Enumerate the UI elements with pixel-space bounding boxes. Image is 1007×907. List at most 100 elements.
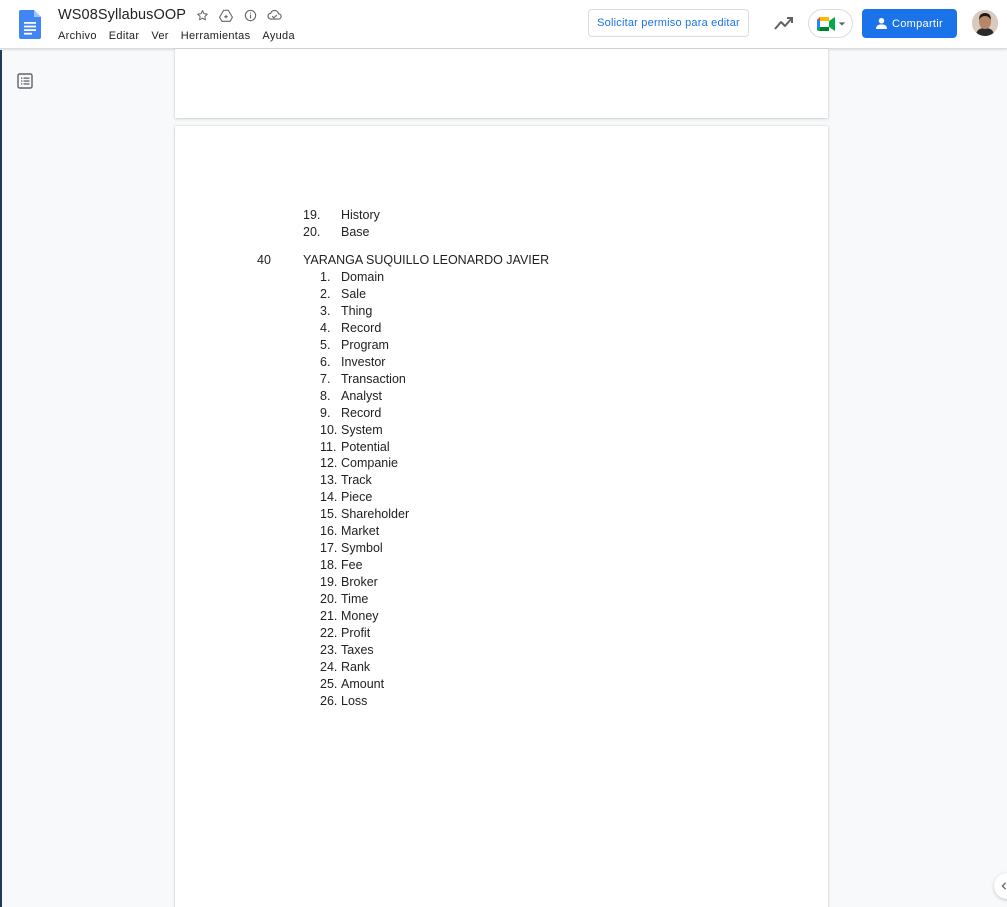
- list-item-number: 14.: [320, 490, 338, 505]
- list-item-struck: 26. Loss: [320, 694, 440, 711]
- list-item: 2. Sale: [320, 287, 440, 304]
- list-item-number: 15.: [320, 507, 338, 522]
- list-item: 15. Shareholder: [320, 507, 440, 524]
- list-item-number: 10.: [320, 422, 338, 437]
- menu-herramientas[interactable]: Herramientas: [175, 30, 257, 42]
- share-button-label: Compartir: [892, 17, 943, 30]
- list-item-text: Profit: [341, 625, 371, 640]
- cloud-status-icon[interactable]: [266, 7, 282, 23]
- activity-trend-icon[interactable]: [773, 13, 795, 33]
- list-item-text: Sale: [341, 286, 367, 301]
- list-item-text: History: [341, 208, 380, 222]
- list-item-text: Piece: [341, 490, 373, 505]
- list-item-text: Market: [341, 524, 380, 539]
- list-item-number: 22.: [320, 625, 338, 640]
- list-item-number: 26.: [320, 693, 338, 708]
- chevron-down-icon: [838, 21, 845, 26]
- side-panel-toggle[interactable]: [994, 873, 1007, 899]
- list-item-number: 16.: [320, 524, 338, 539]
- request-edit-access-button[interactable]: Solicitar permiso para editar: [588, 9, 749, 37]
- document-title[interactable]: WS08SyllabusOOP: [58, 7, 186, 23]
- list-item: 5. Program: [320, 338, 440, 355]
- list-item-struck: 21. Money: [320, 609, 440, 626]
- google-docs-logo-icon[interactable]: [19, 10, 41, 39]
- list-item-struck: 25. Amount: [320, 677, 440, 694]
- list-item-number: 25.: [320, 676, 338, 691]
- list-item-text: Amount: [341, 676, 385, 691]
- star-icon[interactable]: [194, 7, 210, 23]
- student-row: 40 YARANGA SUQUILLO LEONARDO JAVIER: [257, 253, 657, 270]
- list-item: 19. Broker: [320, 575, 440, 592]
- list-item-text: Money: [341, 609, 379, 623]
- list-item-number: 12.: [320, 456, 338, 471]
- list-item: 14. Piece: [320, 490, 440, 507]
- list-item: 9. Record: [320, 406, 440, 423]
- list-item-number: 18.: [320, 558, 338, 573]
- left-edge-bar: [0, 50, 2, 907]
- list-item-number: 6.: [320, 354, 331, 369]
- list-item: 8. Analyst: [320, 389, 440, 406]
- list-item-struck: 24. Rank: [320, 660, 440, 677]
- list-item-text: Taxes: [341, 642, 374, 657]
- list-item-struck: 20. Base: [303, 225, 503, 242]
- document-outline-icon[interactable]: [17, 73, 33, 89]
- list-item-struck: 7. Transaction: [320, 372, 440, 389]
- list-item: 6. Investor: [320, 355, 440, 372]
- list-item-text: Thing: [341, 303, 373, 318]
- list-item-number: 19.: [320, 575, 338, 590]
- document-page[interactable]: 19. History 20. Base 40 YARANGA SUQUILLO…: [175, 126, 828, 907]
- list-item: 10. System: [320, 423, 440, 440]
- menu-ayuda[interactable]: Ayuda: [256, 30, 301, 42]
- list-item-number: 17.: [320, 541, 338, 556]
- avatar[interactable]: [972, 10, 998, 36]
- list-item-number: 4.: [320, 320, 331, 335]
- menu-archivo[interactable]: Archivo: [52, 30, 103, 42]
- list-item-struck: 17. Symbol: [320, 541, 440, 558]
- list-item-number: 20.: [320, 592, 338, 607]
- list-item-text: Time: [341, 592, 369, 607]
- list-item-text: Symbol: [341, 541, 383, 556]
- list-item-number: 23.: [320, 642, 338, 657]
- list-item-text: Broker: [341, 575, 378, 590]
- list-item-number: 11.: [320, 439, 337, 454]
- list-item: 16. Market: [320, 524, 440, 541]
- list-item-number: 2.: [320, 286, 331, 301]
- list-item-struck: 23. Taxes: [320, 643, 440, 660]
- list-item-text: Fee: [341, 558, 363, 573]
- info-icon[interactable]: [242, 7, 258, 23]
- list-item-number: 5.: [320, 337, 331, 352]
- list-item-text: Domain: [341, 270, 385, 284]
- list-item-text: Loss: [341, 693, 368, 708]
- list-item-text: Program: [341, 337, 389, 352]
- list-item-number: 9.: [320, 405, 331, 420]
- list-item-text: Record: [341, 320, 382, 335]
- list-item-text: Transaction: [341, 371, 406, 386]
- list-item-text: Analyst: [341, 388, 382, 403]
- student-number: 40: [257, 253, 271, 267]
- list-item-number: 13.: [320, 473, 338, 488]
- list-item-number: 7.: [320, 371, 331, 386]
- list-item-number: 3.: [320, 303, 331, 318]
- list-item-text: Rank: [341, 659, 371, 674]
- list-item-text: Shareholder: [341, 507, 410, 522]
- google-meet-button[interactable]: [808, 9, 853, 38]
- chevron-left-icon: [1001, 882, 1007, 890]
- move-to-drive-icon[interactable]: [218, 7, 234, 23]
- list-item-number: 20.: [303, 225, 321, 239]
- list-item: 19. History: [303, 208, 503, 225]
- list-item-number: 8.: [320, 388, 331, 403]
- list-item-text: Track: [341, 473, 372, 488]
- list-item-number: 1.: [320, 270, 331, 284]
- menu-editar[interactable]: Editar: [103, 30, 146, 42]
- google-meet-icon: [816, 16, 835, 31]
- share-button[interactable]: Compartir: [862, 9, 957, 38]
- list-item-struck: 20. Time: [320, 592, 440, 609]
- list-item-number: 21.: [320, 609, 338, 623]
- menu-bar: Archivo Editar Ver Herramientas Ayuda: [52, 30, 301, 42]
- list-item-text: Investor: [341, 354, 386, 369]
- list-item: 4. Record: [320, 321, 440, 338]
- person-add-icon: [876, 18, 887, 29]
- list-item-struck: 13. Track: [320, 473, 440, 490]
- menu-ver[interactable]: Ver: [145, 30, 174, 42]
- list-item: 3. Thing: [320, 304, 440, 321]
